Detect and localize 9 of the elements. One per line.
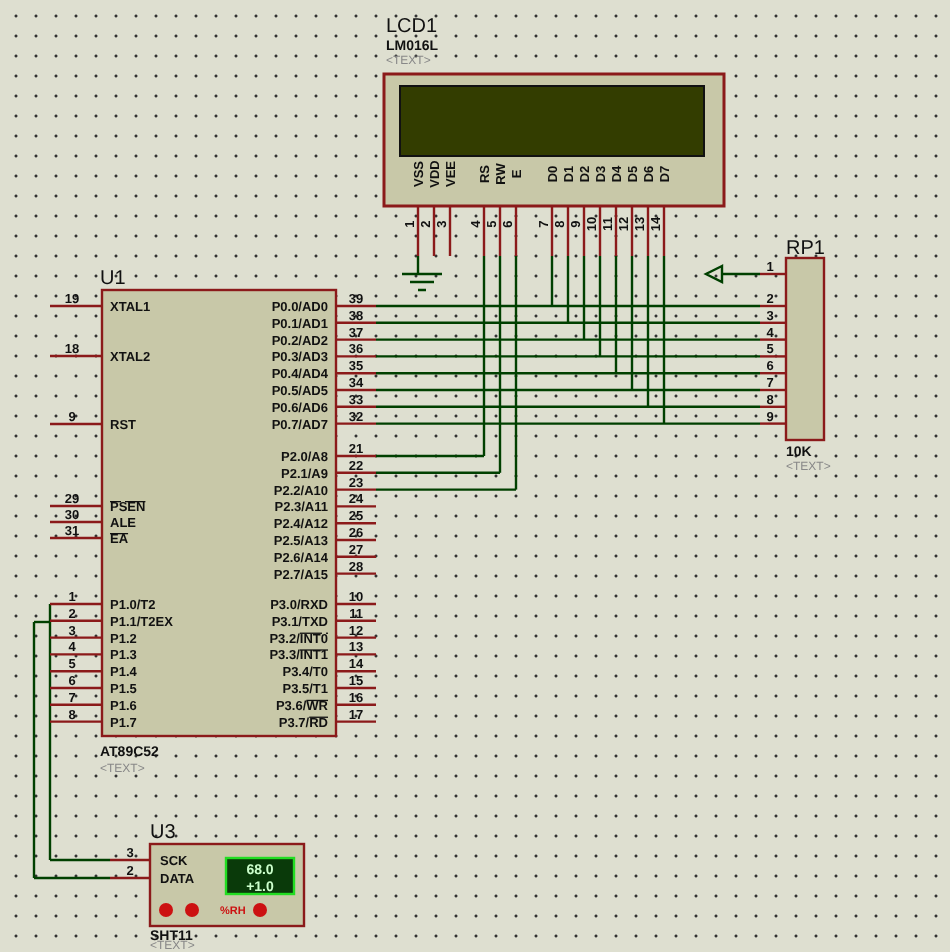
component-ref: RP1 [786,238,825,260]
ground-icon [400,272,444,292]
sensor-display [224,856,296,896]
component-ref: LCD1 [386,16,438,38]
component-ref: U3 [150,822,176,844]
power-terminal-icon [703,264,762,284]
round-button[interactable] [253,903,267,917]
component-ref: U1 [100,268,126,290]
wire [416,256,420,274]
